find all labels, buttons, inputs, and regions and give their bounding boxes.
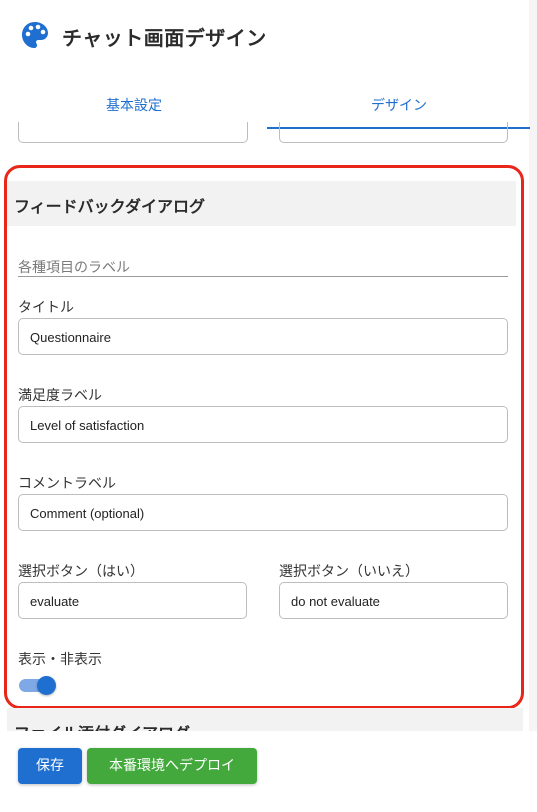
palette-icon xyxy=(22,22,48,48)
deploy-button[interactable]: 本番環境へデプロイ xyxy=(87,748,257,784)
save-button[interactable]: 保存 xyxy=(18,748,82,784)
tab-basic-settings[interactable]: 基本設定 xyxy=(0,85,268,127)
next-section-title: ファイル添付ダイアログ xyxy=(14,720,190,731)
previous-field-right[interactable] xyxy=(279,122,508,143)
tab-design[interactable]: デザイン xyxy=(268,85,530,127)
highlight-frame xyxy=(4,165,524,709)
page-title: チャット画面デザイン xyxy=(62,26,267,50)
next-section-clip: ファイル添付ダイアログ xyxy=(0,708,537,731)
page-header: チャット画面デザイン xyxy=(0,0,537,70)
previous-field-left[interactable] xyxy=(18,122,248,143)
